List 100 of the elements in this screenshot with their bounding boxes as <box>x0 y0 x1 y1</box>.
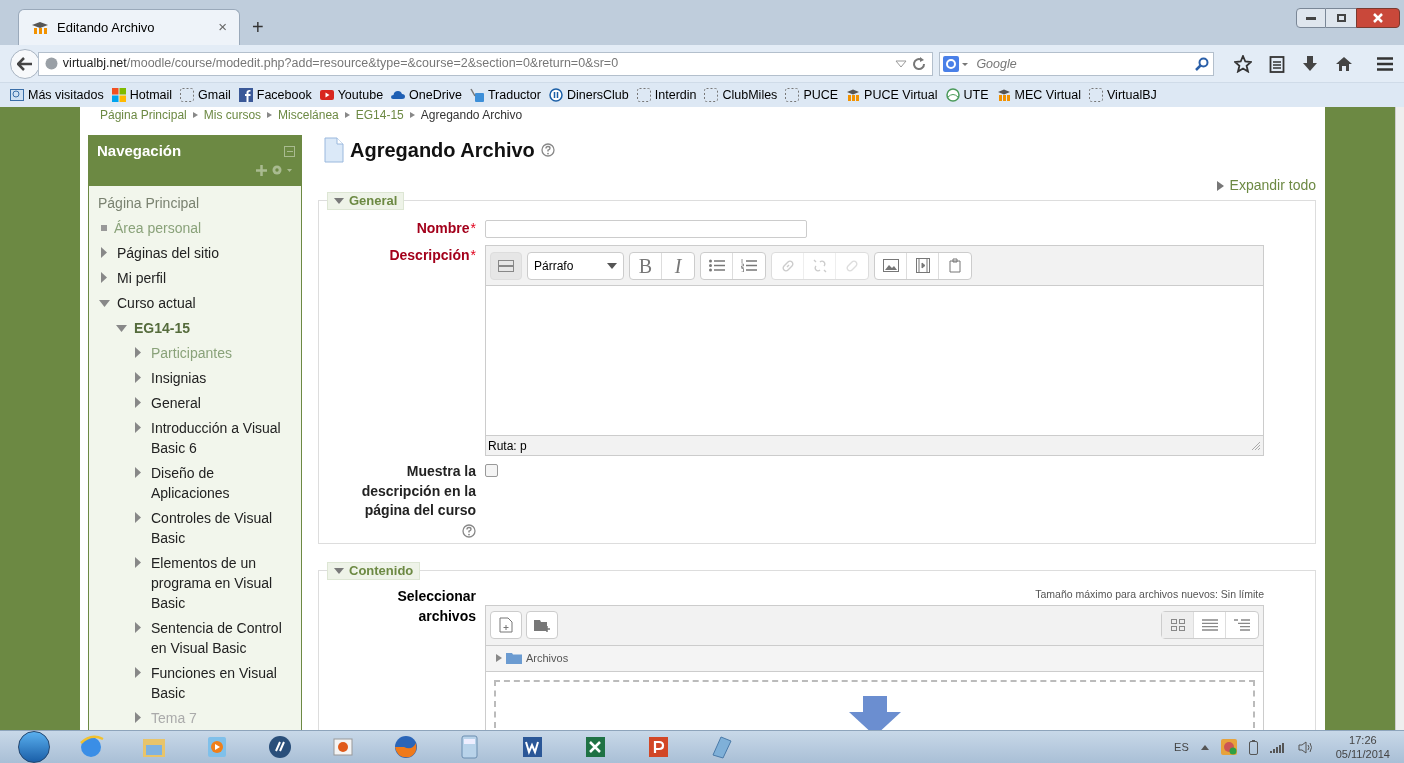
scrollbar[interactable] <box>1395 107 1404 730</box>
menu-icon[interactable] <box>1376 55 1394 72</box>
field-label: Muestra la descripción en la página del curso <box>360 462 476 520</box>
close-tab-button[interactable]: × <box>218 16 227 39</box>
navigation-item[interactable]: Insignias <box>151 367 207 388</box>
language-indicator[interactable]: ES <box>1174 738 1189 756</box>
new-tab-button[interactable]: + <box>252 17 264 37</box>
gear-icon[interactable] <box>271 164 293 176</box>
breadcrumb-link[interactable]: Mis cursos <box>203 108 262 122</box>
name-input[interactable] <box>485 219 807 238</box>
search-icon[interactable] <box>1195 56 1209 71</box>
mortarboard-icon <box>31 20 49 35</box>
bookmark-link[interactable]: Interdin <box>654 85 697 105</box>
bookmark-link[interactable]: Gmail <box>198 85 231 105</box>
back-button[interactable] <box>10 48 40 79</box>
star-icon[interactable] <box>1234 54 1252 73</box>
collapsed-arrow-icon[interactable] <box>101 246 107 258</box>
breadcrumb-link[interactable]: Página Principal <box>100 108 187 122</box>
globe-icon <box>945 88 960 102</box>
minimize-button[interactable] <box>1296 8 1326 28</box>
signal-icon[interactable] <box>1269 741 1286 753</box>
bold-button[interactable]: B <box>630 252 662 279</box>
navigation-item[interactable]: General <box>151 392 201 413</box>
help-icon[interactable] <box>462 523 476 538</box>
bookmark-link[interactable]: Youtube <box>337 85 384 105</box>
bookmark-link[interactable]: Hotmail <box>129 85 173 105</box>
restore-button[interactable] <box>1326 8 1356 28</box>
collapsed-arrow-icon[interactable] <box>135 421 141 433</box>
checkbox[interactable] <box>485 464 498 477</box>
expand-all-link[interactable]: Expandir todo <box>1229 175 1316 196</box>
network-globe-icon[interactable] <box>1220 739 1237 755</box>
letter-f-icon <box>238 88 253 102</box>
navigation-item[interactable]: Funciones en Visual Basic <box>151 662 295 703</box>
browser-tab[interactable]: Editando Archivo × <box>18 9 240 45</box>
bookmark-link[interactable]: UTE <box>963 85 989 105</box>
format-dropdown[interactable]: Párrafo <box>527 251 624 280</box>
move-icon[interactable] <box>256 165 267 176</box>
collapsed-arrow-icon[interactable] <box>135 621 141 633</box>
italic-button[interactable]: I <box>662 252 694 279</box>
navigation-item[interactable]: Elementos de un programa en Visual Basic <box>151 552 295 613</box>
folder-link[interactable]: Archivos <box>526 650 569 667</box>
collapsed-arrow-icon[interactable] <box>135 371 141 383</box>
numbered-list-icon <box>741 259 757 272</box>
breadcrumb-link[interactable]: EG14-15 <box>355 108 404 122</box>
collapse-block-button[interactable] <box>284 146 295 157</box>
home-icon[interactable] <box>1335 55 1353 72</box>
text-editor[interactable]: Párrafo B I Ruta: p <box>485 245 1264 456</box>
start-button[interactable] <box>18 731 50 763</box>
bookmark-link[interactable]: Más visitados <box>28 85 104 105</box>
clock-time[interactable]: 17:26 <box>1349 733 1377 747</box>
navigation-item[interactable]: Páginas del sitio <box>117 242 219 263</box>
close-window-button[interactable] <box>1356 8 1400 28</box>
download-icon[interactable] <box>1302 54 1318 73</box>
collapsed-arrow-icon[interactable] <box>135 396 141 408</box>
bookmark-link[interactable]: MEC Virtual <box>1014 85 1081 105</box>
breadcrumb-link[interactable]: Miscelánea <box>278 108 339 122</box>
navigation-item[interactable]: Controles de Visual Basic <box>151 507 295 548</box>
bookmark-link[interactable]: ClubMiles <box>722 85 778 105</box>
new-folder-button[interactable] <box>526 611 558 640</box>
address-bar[interactable]: virtualbj.net/moodle/course/modedit.php?add=resource&type=&course=2&section=0&return=0&sr=0 <box>37 51 934 76</box>
icon-view-button[interactable] <box>1162 612 1194 639</box>
navigation-item[interactable]: Sentencia de Control en Visual Basic <box>151 617 295 658</box>
expanded-arrow-icon[interactable] <box>99 299 110 307</box>
caret-icon[interactable] <box>1200 744 1209 750</box>
search-engine-icon[interactable] <box>943 55 970 72</box>
bookmark-link[interactable]: PUCE <box>803 85 839 105</box>
reading-list-icon[interactable] <box>1269 54 1285 73</box>
navigation-item[interactable]: Página Principal <box>98 192 200 213</box>
section-legend[interactable]: Contenido <box>327 562 421 580</box>
bookmark-link[interactable]: OneDrive <box>409 85 462 105</box>
collapsed-arrow-icon[interactable] <box>135 556 141 568</box>
navigation-item[interactable]: Introducción a Visual Basic 6 <box>151 417 295 458</box>
resize-handle-icon[interactable] <box>1251 440 1261 451</box>
expand-arrow-icon <box>1216 180 1224 191</box>
reload-icon[interactable] <box>912 56 927 71</box>
clock-date[interactable]: 05/11/2014 <box>1335 747 1390 761</box>
speaker-icon[interactable] <box>1297 740 1314 754</box>
expanded-arrow-icon[interactable] <box>116 324 127 332</box>
collapsed-arrow-icon[interactable] <box>135 511 141 523</box>
collapsed-arrow-icon[interactable] <box>135 666 141 678</box>
add-file-button[interactable] <box>490 611 522 640</box>
bookmark-link[interactable]: Traductor <box>487 85 541 105</box>
bookmark-link[interactable]: DinersClub <box>566 85 629 105</box>
navigation-item[interactable]: EG14-15 <box>134 317 191 338</box>
collapsed-arrow-icon[interactable] <box>135 466 141 478</box>
navigation-item[interactable]: Mi perfil <box>117 267 166 288</box>
toolbar-toggle-button[interactable] <box>490 251 522 280</box>
collapsed-arrow-icon[interactable] <box>135 346 141 358</box>
collapsed-arrow-icon[interactable] <box>101 271 107 283</box>
bookmark-link[interactable]: VirtualBJ <box>1107 85 1157 105</box>
dropdown-icon[interactable] <box>895 59 908 68</box>
battery-icon[interactable] <box>1248 739 1258 755</box>
help-icon[interactable] <box>540 143 555 157</box>
section-legend[interactable]: General <box>327 192 405 210</box>
collapsed-arrow-icon[interactable] <box>135 711 141 723</box>
search-field[interactable]: Google <box>939 51 1214 76</box>
bookmark-link[interactable]: PUCE Virtual <box>864 85 938 105</box>
navigation-item[interactable]: Curso actual <box>117 292 196 313</box>
bookmark-link[interactable]: Facebook <box>256 85 312 105</box>
navigation-item[interactable]: Diseño de Aplicaciones <box>151 462 295 503</box>
